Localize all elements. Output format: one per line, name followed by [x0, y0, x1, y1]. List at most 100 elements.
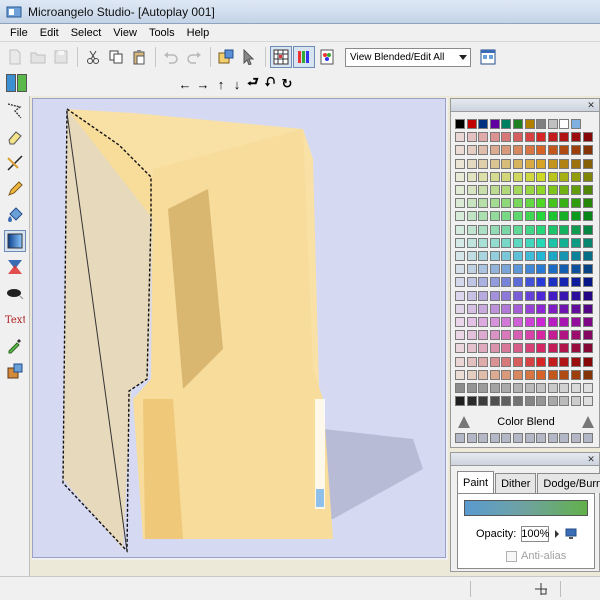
color-swatch[interactable] [582, 290, 593, 301]
color-swatch[interactable] [524, 119, 535, 129]
color-swatch[interactable] [501, 132, 512, 143]
color-swatch[interactable] [571, 158, 581, 169]
color-swatch[interactable] [547, 119, 558, 129]
color-swatch[interactable] [455, 171, 465, 182]
color-swatch[interactable] [466, 369, 477, 380]
secondary-color-chip[interactable] [17, 74, 27, 92]
color-swatch[interactable] [571, 317, 581, 327]
color-swatch[interactable] [524, 198, 535, 209]
color-swatch[interactable] [571, 224, 581, 235]
blend-swatch[interactable] [524, 433, 535, 443]
color-swatch[interactable] [489, 158, 500, 169]
blend-swatch[interactable] [478, 433, 489, 443]
color-swatch[interactable] [513, 369, 523, 380]
color-swatch[interactable] [455, 198, 465, 209]
color-swatch[interactable] [466, 290, 477, 301]
color-swatch[interactable] [455, 369, 465, 380]
color-swatch[interactable] [501, 330, 512, 341]
color-swatch[interactable] [501, 369, 512, 380]
color-swatch[interactable] [536, 158, 547, 169]
color-swatch[interactable] [501, 277, 512, 288]
blend-swatch[interactable] [571, 433, 581, 443]
color-swatch[interactable] [524, 185, 535, 195]
color-swatch[interactable] [536, 198, 547, 209]
color-swatch[interactable] [455, 224, 465, 235]
color-swatch[interactable] [478, 237, 489, 248]
blend-swatch[interactable] [536, 433, 547, 443]
color-swatch[interactable] [524, 317, 535, 327]
color-swatch[interactable] [466, 303, 477, 314]
color-swatch[interactable] [571, 383, 581, 393]
import-button[interactable] [215, 46, 237, 68]
color-swatch[interactable] [547, 158, 558, 169]
color-swatch[interactable] [524, 237, 535, 248]
blend-left-icon[interactable] [457, 415, 471, 429]
color-swatch[interactable] [478, 343, 489, 354]
color-swatch[interactable] [524, 369, 535, 380]
color-swatch[interactable] [536, 237, 547, 248]
color-swatch[interactable] [513, 211, 523, 222]
color-swatch[interactable] [501, 145, 512, 156]
color-swatch[interactable] [513, 251, 523, 261]
color-swatch[interactable] [501, 198, 512, 209]
color-swatch[interactable] [571, 303, 581, 314]
cut-button[interactable] [82, 46, 104, 68]
color-swatch[interactable] [571, 251, 581, 261]
color-swatch[interactable] [536, 185, 547, 195]
drawing-canvas[interactable] [32, 98, 446, 558]
color-swatch[interactable] [466, 237, 477, 248]
color-swatch[interactable] [571, 264, 581, 275]
color-swatch[interactable] [582, 317, 593, 327]
color-swatch[interactable] [536, 171, 547, 182]
color-swatch[interactable] [489, 303, 500, 314]
color-swatch[interactable] [559, 330, 570, 341]
color-swatch[interactable] [455, 264, 465, 275]
blend-swatch[interactable] [455, 433, 465, 443]
color-swatch[interactable] [501, 343, 512, 354]
blend-right-icon[interactable] [581, 415, 595, 429]
color-swatch[interactable] [536, 251, 547, 261]
color-swatch[interactable] [571, 277, 581, 288]
nudge-right-button[interactable]: → [196, 76, 210, 92]
color-swatch[interactable] [536, 396, 547, 407]
color-swatch[interactable] [571, 290, 581, 301]
color-swatch[interactable] [559, 343, 570, 354]
blend-swatch[interactable] [559, 433, 570, 443]
color-swatch[interactable] [582, 211, 593, 222]
color-swatch[interactable] [501, 290, 512, 301]
nudge-up-button[interactable]: ↑ [214, 76, 228, 92]
color-swatch[interactable] [582, 383, 593, 393]
color-swatch[interactable] [466, 251, 477, 261]
color-swatch[interactable] [536, 145, 547, 156]
color-swatch[interactable] [547, 383, 558, 393]
color-swatch[interactable] [466, 330, 477, 341]
color-swatch[interactable] [524, 290, 535, 301]
color-swatch[interactable] [489, 224, 500, 235]
monitor-icon[interactable] [565, 528, 577, 540]
color-swatch[interactable] [571, 343, 581, 354]
copy-button[interactable] [105, 46, 127, 68]
color-swatch[interactable] [547, 224, 558, 235]
color-swatch[interactable] [489, 330, 500, 341]
color-swatch[interactable] [559, 119, 570, 129]
color-swatch[interactable] [547, 290, 558, 301]
color-swatch[interactable] [547, 330, 558, 341]
color-swatch[interactable] [513, 132, 523, 143]
tab-paint[interactable]: Paint [457, 471, 495, 493]
color-swatch[interactable] [466, 317, 477, 327]
color-swatch[interactable] [455, 303, 465, 314]
color-swatch[interactable] [489, 290, 500, 301]
color-swatch[interactable] [478, 251, 489, 261]
color-swatch[interactable] [455, 356, 465, 367]
color-swatch[interactable] [582, 158, 593, 169]
color-swatch[interactable] [571, 330, 581, 341]
color-swatch[interactable] [466, 277, 477, 288]
color-swatch[interactable] [489, 396, 500, 407]
window-button[interactable] [477, 46, 499, 68]
blend-swatch[interactable] [513, 433, 523, 443]
color-swatch[interactable] [547, 264, 558, 275]
color-swatch[interactable] [513, 264, 523, 275]
color-swatch[interactable] [547, 237, 558, 248]
preview-button[interactable] [316, 46, 338, 68]
color-swatch[interactable] [536, 343, 547, 354]
